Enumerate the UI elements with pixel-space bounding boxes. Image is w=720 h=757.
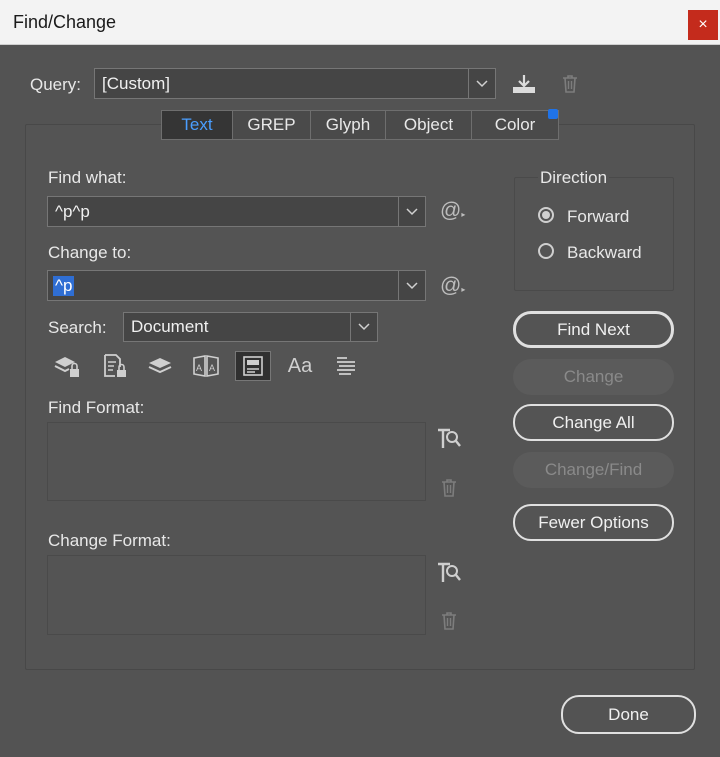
chevron-down-icon [350,313,377,341]
chevron-down-icon [468,69,495,98]
tab-text[interactable]: Text [162,111,233,139]
change-all-button[interactable]: Change All [513,404,674,441]
done-button[interactable]: Done [561,695,696,734]
forward-label[interactable]: Forward [567,207,629,227]
change-to-label: Change to: [48,243,132,262]
tab-object[interactable]: Object [386,111,472,139]
chevron-down-icon[interactable] [398,197,425,226]
specify-find-format-icon[interactable] [435,424,463,452]
query-label: Query: [30,75,82,94]
special-characters-change-icon[interactable]: @▸ [440,274,465,298]
backward-label[interactable]: Backward [567,243,642,263]
tab-grep[interactable]: GREP [233,111,311,139]
tab-bar: Text GREP Glyph Object Color [161,110,559,140]
change-button[interactable]: Change [513,359,674,395]
trash-icon[interactable] [438,609,460,633]
change-to-value: ^p [53,275,75,296]
include-locked-stories-icon[interactable] [100,351,130,381]
backward-radio[interactable] [538,243,554,259]
trash-icon[interactable] [557,70,583,98]
search-scope-dropdown[interactable]: Document [123,312,378,342]
tab-color[interactable]: Color [472,111,558,139]
direction-group [514,177,674,291]
whole-word-icon[interactable] [331,351,361,381]
svg-text:A: A [209,363,215,373]
close-button[interactable]: × [688,10,718,40]
special-characters-find-icon[interactable]: @▸ [440,199,465,223]
include-footnotes-icon[interactable] [235,351,271,381]
search-scope-value: Document [131,317,209,336]
query-value: [Custom] [102,73,171,93]
tab-glyph[interactable]: Glyph [311,111,386,139]
direction-label: Direction [538,168,610,188]
trash-icon[interactable] [438,476,460,500]
window-title: Find/Change [13,12,117,32]
save-query-icon[interactable] [509,70,539,98]
forward-radio[interactable] [538,207,554,223]
find-format-box[interactable] [47,422,426,501]
change-find-button[interactable]: Change/Find [513,452,674,488]
find-what-value: ^p^p [55,201,90,221]
include-hidden-layers-icon[interactable] [145,351,175,381]
find-what-field[interactable]: ^p^p [47,196,426,227]
find-what-label: Find what: [48,168,127,187]
color-tab-indicator [548,109,558,119]
find-format-label: Find Format: [48,398,145,417]
search-label: Search: [48,318,107,337]
change-format-label: Change Format: [48,531,171,550]
specify-change-format-icon[interactable] [435,558,463,586]
change-format-box[interactable] [47,555,426,635]
case-sensitive-icon[interactable]: Aa [284,351,316,381]
query-dropdown[interactable]: [Custom] [94,68,496,99]
chevron-down-icon[interactable] [398,271,425,300]
fewer-options-button[interactable]: Fewer Options [513,504,674,541]
include-master-pages-icon[interactable]: AA [190,351,222,381]
change-to-field[interactable]: ^p [47,270,426,301]
svg-text:A: A [196,363,202,373]
close-icon: × [698,16,708,33]
include-locked-layers-icon[interactable] [52,351,82,381]
find-next-button[interactable]: Find Next [513,311,674,348]
